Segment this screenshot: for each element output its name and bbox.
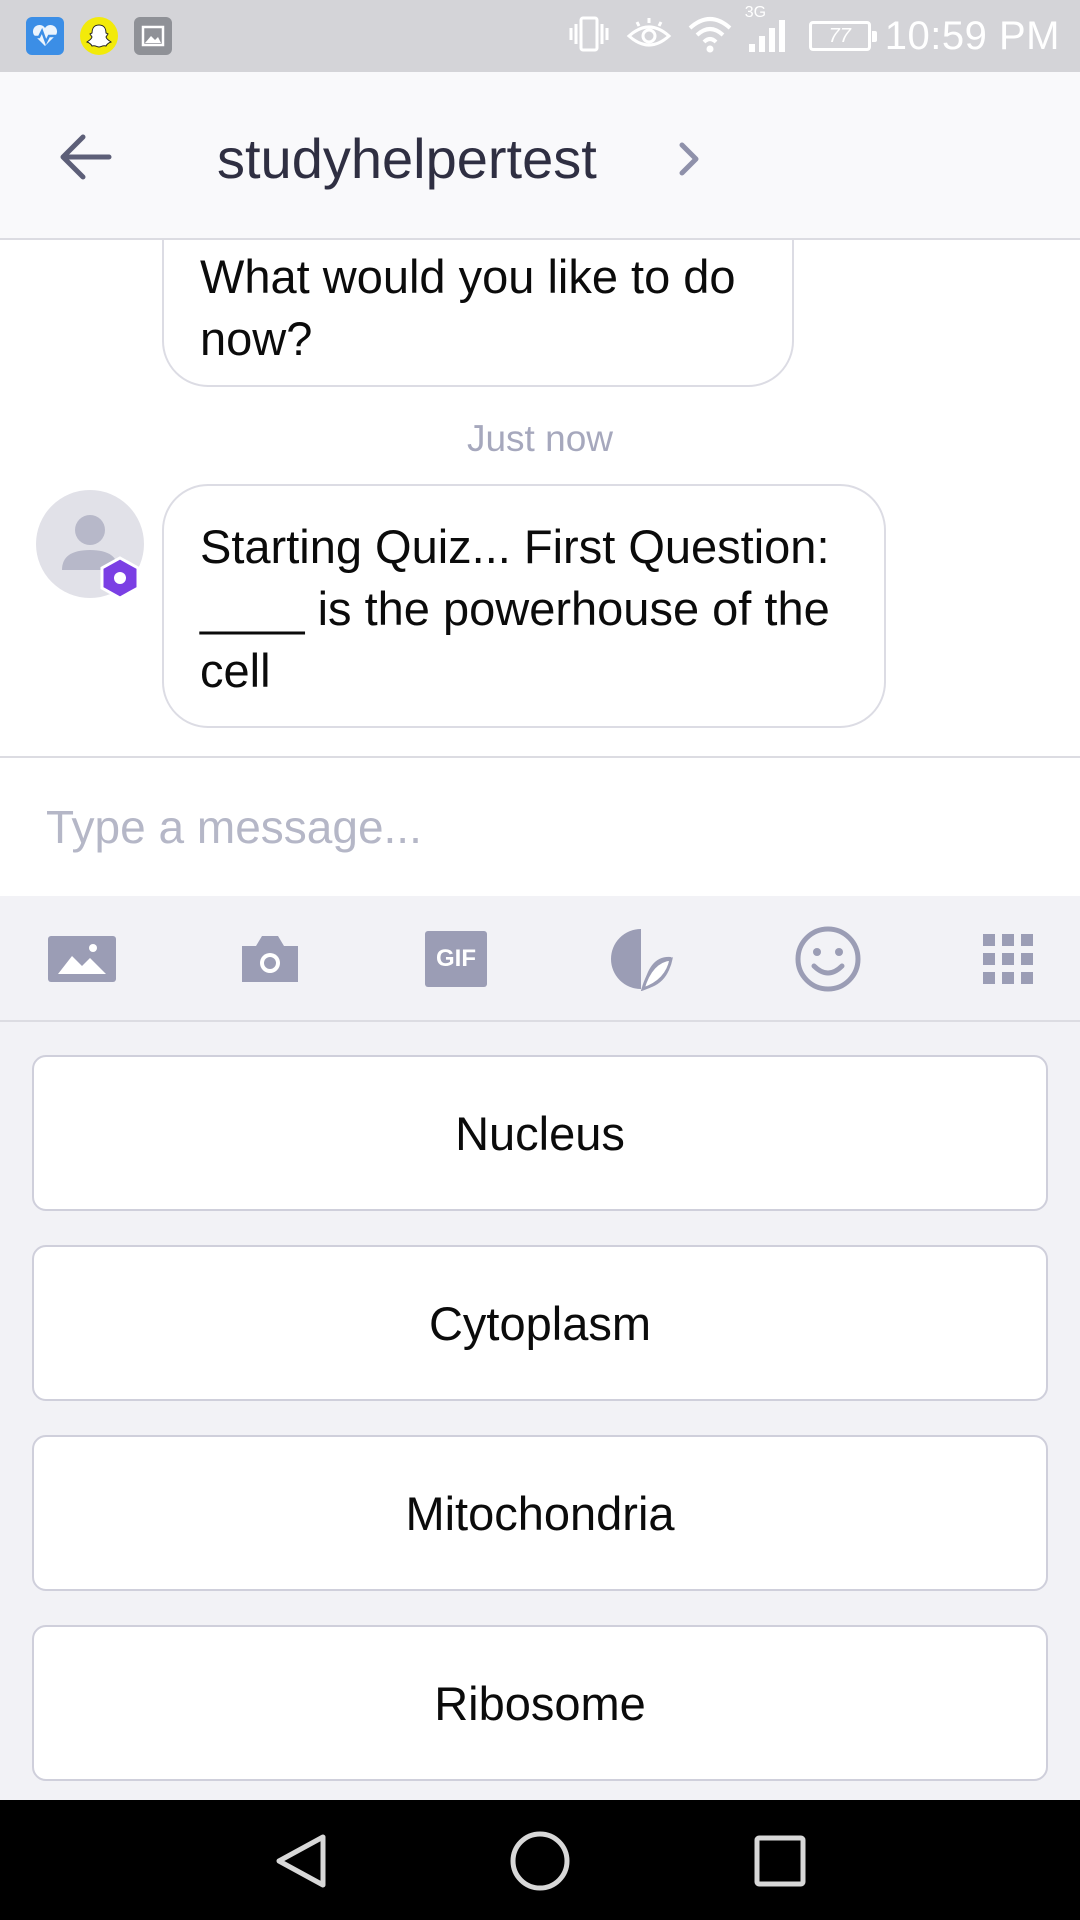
more-apps-button[interactable] [972, 926, 1044, 992]
answer-button-ribosome[interactable]: Ribosome [32, 1625, 1048, 1781]
wifi-icon [687, 14, 733, 59]
answer-button-cytoplasm[interactable]: Cytoplasm [32, 1245, 1048, 1401]
quick-replies: Nucleus Cytoplasm Mitochondria Ribosome [0, 1022, 1080, 1800]
apps-grid-icon [983, 934, 1033, 984]
message-bubble-bot: Starting Quiz... First Question: ____ is… [162, 484, 886, 728]
cell-signal-icon: 3G [745, 4, 795, 59]
emoji-icon [795, 926, 861, 992]
camera-button[interactable] [234, 926, 306, 992]
gif-button[interactable]: GIF [420, 926, 492, 992]
gif-icon: GIF [425, 931, 487, 987]
message-bubble-previous: What would you like to do now? [162, 240, 794, 387]
clock: 10:59 PM [884, 13, 1060, 58]
circle-home-icon [510, 1831, 570, 1891]
answer-button-nucleus[interactable]: Nucleus [32, 1055, 1048, 1211]
chat-header: studyhelpertest [0, 72, 1080, 240]
status-bar: 3G 77 10:59 PM [0, 0, 1080, 72]
nav-back-button[interactable] [266, 1826, 336, 1896]
message-list[interactable]: What would you like to do now? Just now … [0, 240, 1080, 756]
message-timestamp: Just now [466, 418, 613, 459]
image-button[interactable] [46, 926, 118, 992]
system-nav-bar [0, 1800, 1080, 1920]
battery-icon: 77 [808, 21, 877, 51]
eye-comfort-icon [625, 14, 673, 59]
bot-badge-icon [98, 556, 142, 600]
nav-home-button[interactable] [505, 1826, 575, 1896]
camera-icon [242, 936, 298, 982]
arrow-left-icon [60, 134, 112, 180]
message-text: Starting Quiz... First Question: ____ is… [200, 520, 830, 697]
sticker-button[interactable] [605, 926, 677, 992]
triangle-back-icon [276, 1834, 326, 1888]
message-input[interactable] [46, 800, 1036, 854]
image-icon [48, 936, 116, 982]
chat-title[interactable]: studyhelpertest [217, 126, 597, 191]
health-app-icon [26, 17, 64, 55]
vibrate-icon [567, 14, 611, 59]
emoji-button[interactable] [792, 926, 864, 992]
chat-details-button[interactable] [668, 134, 712, 184]
sticker-icon [611, 929, 673, 991]
answer-button-mitochondria[interactable]: Mitochondria [32, 1435, 1048, 1591]
square-recents-icon [754, 1835, 806, 1887]
back-button[interactable] [50, 122, 120, 192]
message-text: What would you like to do now? [200, 250, 736, 365]
composer-toolbar: GIF [0, 896, 1080, 1022]
chevron-right-icon [679, 142, 699, 176]
message-composer [0, 756, 1080, 896]
nav-recents-button[interactable] [745, 1826, 815, 1896]
gallery-icon [134, 17, 172, 55]
snapchat-icon [80, 17, 118, 55]
